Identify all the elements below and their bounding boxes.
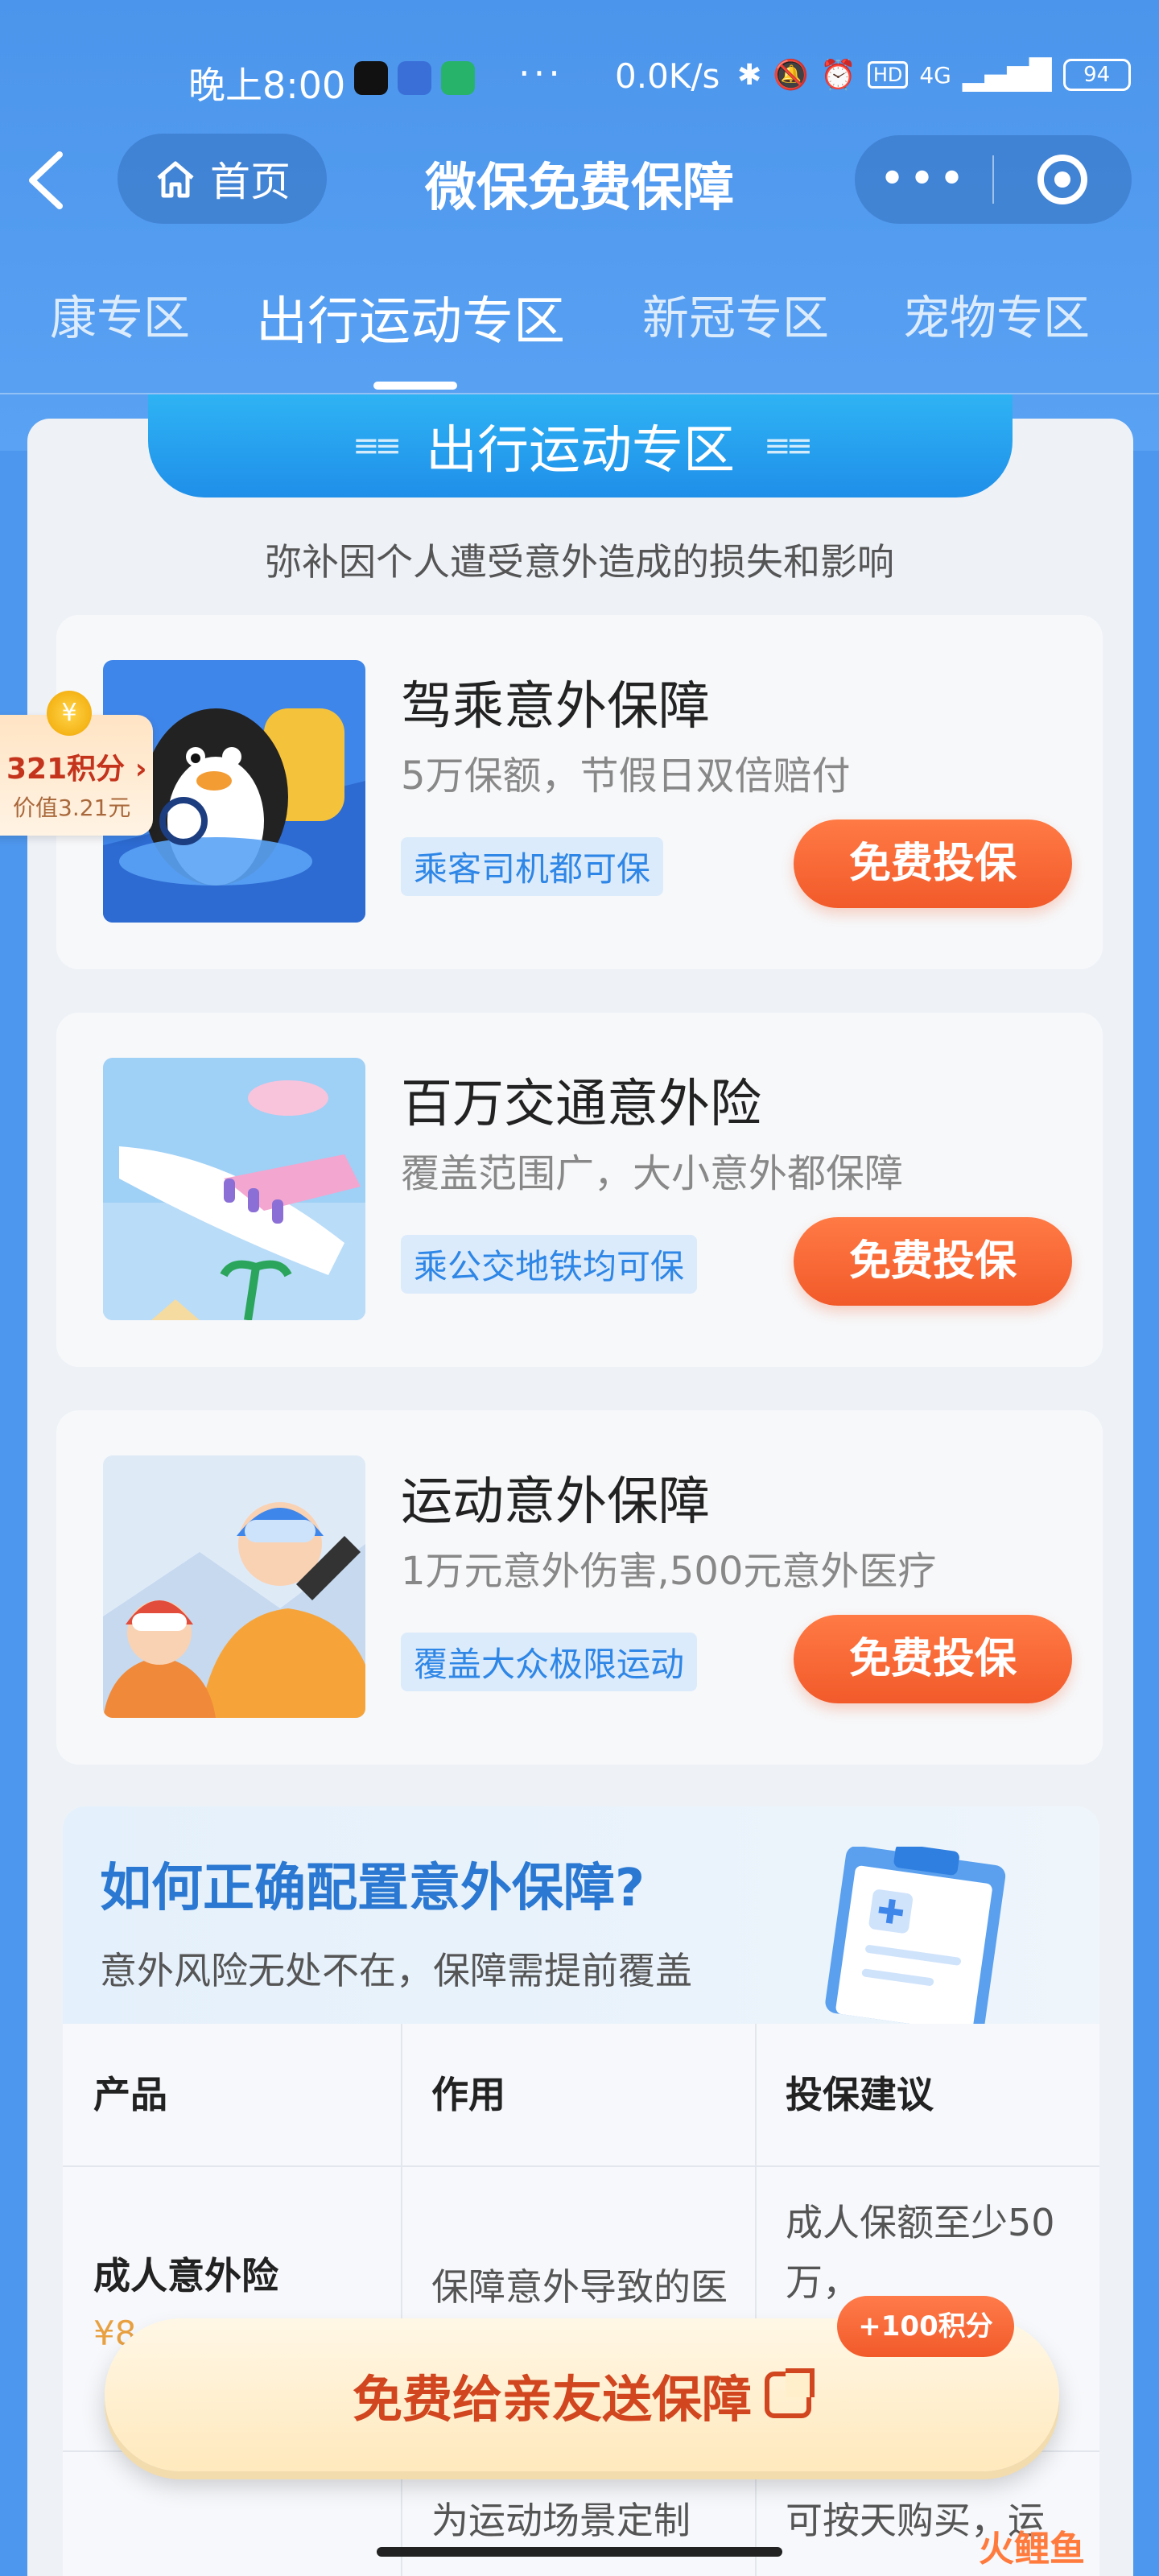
table-header-effect: 作用 (431, 2073, 505, 2116)
external-share-icon (765, 2368, 815, 2418)
more-button[interactable]: ••• (855, 157, 992, 202)
free-insure-button[interactable]: 免费投保 (794, 819, 1072, 908)
app-icon (398, 61, 431, 95)
status-icons: ✱ 🔕 ⏰ HD 4G ▂▄▆█ 94 (737, 58, 1131, 92)
table-divider (63, 2165, 1099, 2167)
table-header-advice: 投保建议 (786, 2073, 934, 2116)
network-label: 4G (919, 61, 951, 89)
table-cell-effect: 为运动场景定制 (431, 2499, 691, 2542)
section-title: 出行运动专区 (426, 421, 735, 481)
status-time: 晚上8:00 (188, 64, 346, 107)
shield-app-icon (441, 61, 475, 95)
guide-subtitle: 意外风险无处不在，保障需提前覆盖 (100, 1949, 692, 1992)
product-card[interactable]: 运动意外保障 1万元意外伤害,500元意外医疗 覆盖大众极限运动 免费投保 (56, 1410, 1103, 1765)
close-button[interactable] (994, 155, 1132, 204)
product-card[interactable]: 百万交通意外险 覆盖范围广，大小意外都保障 乘公交地铁均可保 免费投保 (56, 1013, 1103, 1367)
signal-icon: ▂▄▆█ (962, 58, 1052, 92)
status-net-speed: 0.0K/s (615, 56, 720, 96)
battery-indicator: 94 (1062, 59, 1131, 91)
table-cell-effect: 保障意外导致的医 (431, 2265, 728, 2309)
guide-section: 如何正确配置意外保障? 意外风险无处不在，保障需提前覆盖 (63, 1806, 1099, 2024)
tab-pets[interactable]: 宠物专区 (903, 280, 1090, 348)
table-cell-product: 成人意外险 (93, 2254, 278, 2297)
watermark: 火鲤鱼 (979, 2529, 1085, 2570)
table-divider (401, 2024, 402, 2576)
active-tab-indicator (373, 382, 457, 390)
product-card[interactable]: 驾乘意外保障 5万保额，节假日双倍赔付 乘客司机都可保 免费投保 (56, 615, 1103, 969)
section-banner: ≡≡ 出行运动专区 ≡≡ (148, 394, 1013, 497)
coin-icon: ¥ (47, 691, 92, 736)
product-tag: 乘客司机都可保 (401, 837, 664, 896)
table-divider (755, 2024, 757, 2576)
table-cell-advice: 成人保额至少50 (786, 2201, 1055, 2244)
banner-deco-right: ≡≡ (764, 427, 813, 464)
bluetooth-icon: ✱ (737, 58, 762, 92)
product-name: 运动意外保障 (401, 1472, 710, 1532)
product-desc: 1万元意外伤害,500元意外医疗 (401, 1549, 937, 1594)
clipboard-icon (825, 1847, 1006, 2024)
mini-program-capsule: ••• (855, 135, 1132, 224)
banner-deco-left: ≡≡ (352, 427, 402, 464)
home-indicator[interactable] (377, 2547, 782, 2557)
tab-travel-sports[interactable]: 出行运动专区 (256, 280, 565, 354)
bonus-points-badge: +100积分 (837, 2296, 1014, 2357)
mute-icon: 🔕 (773, 59, 809, 92)
free-insure-button[interactable]: 免费投保 (794, 1615, 1072, 1703)
product-desc: 5万保额，节假日双倍赔付 (401, 753, 851, 799)
status-bar: 晚上8:00 ··· 0.0K/s ✱ 🔕 ⏰ HD 4G ▂▄▆█ 94 (0, 0, 1159, 153)
alarm-icon: ⏰ (820, 59, 856, 92)
tab-health[interactable]: 康专区 (50, 280, 190, 348)
share-label: 免费给亲友送保障 (352, 2370, 752, 2429)
tab-covid[interactable]: 新冠专区 (642, 280, 829, 348)
section-subtitle: 弥补因个人遭受意外造成的损失和影响 (265, 540, 894, 584)
guide-title: 如何正确配置意外保障? (100, 1859, 645, 1918)
points-value: 价值3.21元 (13, 795, 131, 821)
product-tag: 乘公交地铁均可保 (401, 1235, 698, 1294)
product-name: 驾乘意外保障 (401, 677, 710, 737)
more-dots-icon: ••• (878, 153, 969, 205)
status-more: ··· (518, 52, 563, 95)
points-badge[interactable]: ¥ 321积分 › 价值3.21元 (0, 691, 153, 836)
product-name: 百万交通意外险 (401, 1075, 761, 1134)
product-desc: 覆盖范围广，大小意外都保障 (401, 1151, 904, 1196)
tiktok-icon (354, 61, 388, 95)
hd-icon: HD (867, 61, 909, 89)
product-image-skiers (103, 1455, 365, 1718)
target-icon (1037, 155, 1088, 204)
free-insure-button[interactable]: 免费投保 (794, 1217, 1072, 1306)
status-app-icons (354, 61, 475, 95)
points-text: 321积分 (6, 753, 126, 786)
chevron-right-icon: › (125, 753, 147, 786)
product-image-airplane (103, 1058, 365, 1320)
table-header-product: 产品 (93, 2073, 167, 2116)
points-amount: 321积分 › (6, 745, 147, 787)
category-tabs: 康专区 出行运动专区 新冠专区 宠物专区 (0, 280, 1159, 385)
product-tag: 覆盖大众极限运动 (401, 1633, 698, 1691)
